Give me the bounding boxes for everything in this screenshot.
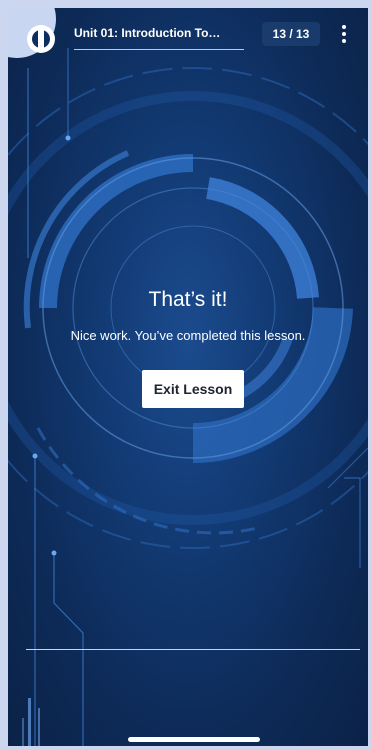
- completion-title: That’s it!: [148, 288, 228, 311]
- unit-title[interactable]: Unit 01: Introduction To…: [74, 26, 244, 40]
- more-vertical-icon[interactable]: [332, 22, 356, 46]
- lesson-screen: Unit 01: Introduction To… 13 / 13 That’s…: [8, 8, 368, 746]
- completion-subtitle: Nice work. You’ve completed this lesson.: [70, 328, 306, 343]
- exit-lesson-button[interactable]: Exit Lesson: [142, 370, 244, 408]
- page-counter: 13 / 13: [262, 22, 320, 46]
- bottom-divider: [26, 649, 360, 650]
- unit-title-underline: [74, 49, 244, 50]
- app-logo-icon: [27, 25, 55, 53]
- lesson-header: Unit 01: Introduction To… 13 / 13: [8, 8, 368, 64]
- device-frame: Unit 01: Introduction To… 13 / 13 That’s…: [0, 0, 372, 749]
- completion-message: That’s it! Nice work. You’ve completed t…: [8, 288, 368, 343]
- home-indicator[interactable]: [128, 737, 260, 742]
